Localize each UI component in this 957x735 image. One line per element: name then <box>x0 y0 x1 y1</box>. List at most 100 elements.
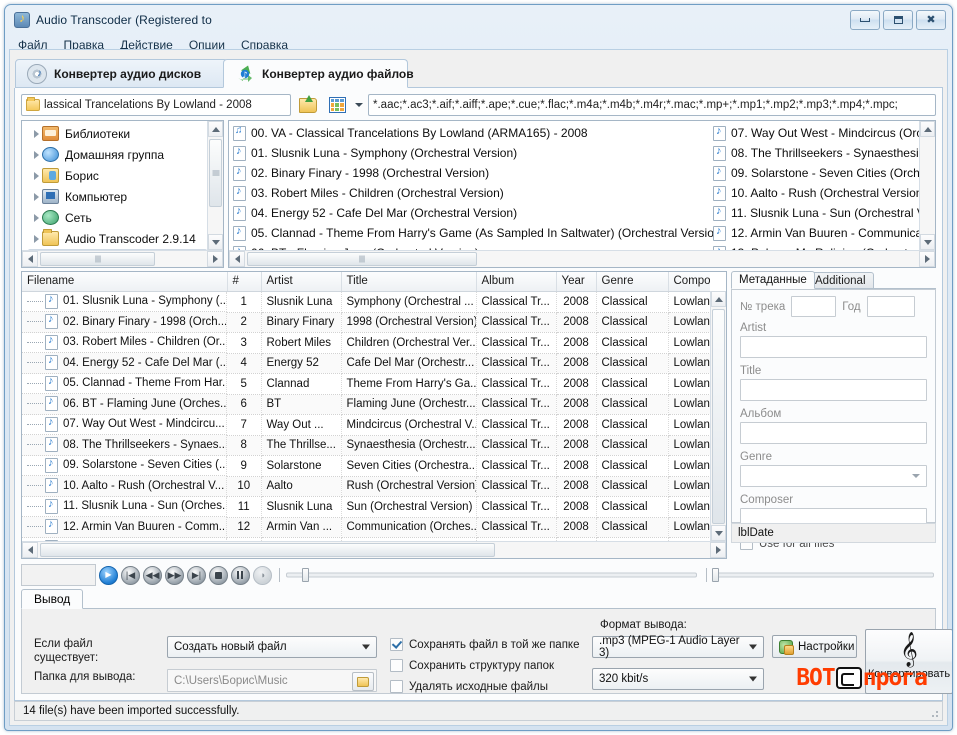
file-list-item[interactable]: 03. Robert Miles - Children (Orchestral … <box>229 183 709 203</box>
rewind-button[interactable]: ◀◀ <box>143 565 162 585</box>
output-folder-input[interactable]: C:\Users\Борис\Music <box>167 669 377 692</box>
scroll-left-button[interactable] <box>22 542 38 558</box>
scroll-up-button[interactable] <box>920 121 935 137</box>
file-list-item[interactable]: 09. Solarstone - Seven Cities (Orchestra <box>709 163 919 183</box>
file-list-item[interactable]: 06. BT - Flaming June (Orchestral Versio… <box>229 243 709 250</box>
folder-path-combo[interactable]: lassical Trancelations By Lowland - 2008 <box>21 94 291 116</box>
file-list-item[interactable]: 08. The Thrillseekers - Synaesthesia (Or <box>709 143 919 163</box>
tab-audio-cd-converter[interactable]: Конвертер аудио дисков <box>15 59 228 88</box>
fast-forward-button[interactable]: ▶▶ <box>165 565 184 585</box>
expand-chevron-icon[interactable] <box>30 192 42 201</box>
column-header-artist[interactable]: Artist <box>261 272 342 292</box>
if-file-exists-select[interactable]: Создать новый файл <box>167 636 377 658</box>
column-header-filename[interactable]: Filename <box>22 272 228 292</box>
bitrate-select[interactable]: 320 kbit/s <box>592 668 764 690</box>
file-list-item[interactable]: 11. Slusnik Luna - Sun (Orchestral Versi <box>709 203 919 223</box>
keep-folder-structure-checkbox[interactable]: Сохранить структуру папок <box>390 659 554 672</box>
table-row[interactable]: 09. Solarstone - Seven Cities (...9Solar… <box>22 455 710 477</box>
table-row[interactable]: 02. Binary Finary - 1998 (Orch...2Binary… <box>22 312 710 333</box>
browse-folder-button[interactable] <box>352 672 374 691</box>
tab-additional[interactable]: Additional <box>807 272 874 289</box>
scroll-down-button[interactable] <box>208 234 223 250</box>
scroll-up-button[interactable] <box>711 291 726 307</box>
track-number-input[interactable] <box>791 296 837 317</box>
expand-chevron-icon[interactable] <box>30 171 42 180</box>
table-row[interactable]: 12. Armin Van Buuren - Comm...12Armin Va… <box>22 517 710 538</box>
scroll-thumb[interactable] <box>40 543 495 557</box>
file-list-item[interactable]: 13. Pulser - My Religion (Orchestral Ver <box>709 243 919 250</box>
scroll-left-button[interactable] <box>22 251 38 267</box>
column-header-number[interactable]: # <box>227 272 262 292</box>
output-format-select[interactable]: .mp3 (MPEG-1 Audio Layer 3) <box>592 635 764 659</box>
open-folder-button[interactable] <box>296 93 320 117</box>
column-header-title[interactable]: Title <box>341 272 477 292</box>
play-button[interactable]: ▶ <box>99 565 118 585</box>
scroll-right-button[interactable] <box>207 251 223 267</box>
close-button[interactable]: ✖ <box>916 10 946 30</box>
file-list-item[interactable]: 12. Armin Van Buuren - Communicatio <box>709 223 919 243</box>
minimize-button[interactable] <box>850 10 880 30</box>
file-list-item[interactable]: 00. VA - Classical Trancelations By Lowl… <box>229 123 709 143</box>
view-mode-dropdown-icon[interactable] <box>355 103 363 107</box>
genre-select[interactable] <box>740 465 927 487</box>
seek-knob[interactable] <box>302 568 309 582</box>
file-list-item[interactable]: 07. Way Out West - Mindcircus (Orches <box>709 123 919 143</box>
column-header-genre[interactable]: Genre <box>596 272 669 292</box>
album-input[interactable] <box>740 422 927 444</box>
mute-button[interactable]: ◑ <box>253 565 272 585</box>
settings-button[interactable]: Настройки <box>772 635 857 658</box>
column-header-album[interactable]: Album <box>476 272 557 292</box>
tree-item-network[interactable]: Сеть <box>22 207 207 228</box>
file-list-item[interactable]: 05. Clannad - Theme From Harry's Game (A… <box>229 223 725 243</box>
file-list-item[interactable]: 02. Binary Finary - 1998 (Orchestral Ver… <box>229 163 709 183</box>
artist-input[interactable] <box>740 336 927 358</box>
tree-item-audio-transcoder[interactable]: Audio Transcoder 2.9.14 <box>22 228 207 249</box>
table-row[interactable]: 01. Slusnik Luna - Symphony (...1Slusnik… <box>22 291 710 313</box>
table-row[interactable]: 11. Slusnik Luna - Sun (Orches...11Slusn… <box>22 496 710 518</box>
scroll-down-button[interactable] <box>920 234 935 250</box>
tab-audio-file-converter[interactable]: ♪ Конвертер аудио файлов <box>223 59 414 88</box>
table-row[interactable]: 05. Clannad - Theme From Har...5ClannadT… <box>22 373 710 395</box>
expand-chevron-icon[interactable] <box>30 213 42 222</box>
volume-slider[interactable] <box>706 568 936 582</box>
file-list-item[interactable]: 01. Slusnik Luna - Symphony (Orchestral … <box>229 143 709 163</box>
pause-button[interactable] <box>231 565 250 585</box>
year-input[interactable] <box>866 296 915 317</box>
table-row[interactable]: 06. BT - Flaming June (Orches...6BTFlami… <box>22 394 710 415</box>
tree-item-homegroup[interactable]: Домашняя группа <box>22 144 207 165</box>
scroll-right-button[interactable] <box>710 542 726 558</box>
scroll-thumb[interactable] <box>209 139 222 207</box>
file-list-item[interactable]: 10. Aalto - Rush (Orchestral Version) <box>709 183 919 203</box>
title-input[interactable] <box>740 379 927 401</box>
scroll-thumb[interactable] <box>40 252 155 266</box>
file-list-vertical-scrollbar[interactable] <box>919 121 935 250</box>
seek-slider[interactable] <box>279 568 699 582</box>
resize-grip[interactable] <box>929 708 939 718</box>
table-row[interactable]: 07. Way Out West - Mindcircu...7Way Out … <box>22 414 710 436</box>
table-row[interactable]: 04. Energy 52 - Cafe Del Mar (...4Energy… <box>22 353 710 374</box>
scroll-left-button[interactable] <box>229 251 245 267</box>
column-header-composer[interactable]: Composer <box>668 272 710 292</box>
tab-output[interactable]: Вывод <box>21 589 84 609</box>
stop-button[interactable] <box>209 565 228 585</box>
column-header-year[interactable]: Year <box>556 272 597 292</box>
previous-track-button[interactable]: |◀ <box>121 565 140 585</box>
expand-chevron-icon[interactable] <box>30 234 42 243</box>
table-row[interactable]: 10. Aalto - Rush (Orchestral V...10Aalto… <box>22 476 710 497</box>
file-list-item[interactable]: 04. Energy 52 - Cafe Del Mar (Orchestral… <box>229 203 709 223</box>
scroll-up-button[interactable] <box>208 121 223 137</box>
maximize-button[interactable] <box>883 10 913 30</box>
scroll-right-button[interactable] <box>919 251 935 267</box>
tab-metadata[interactable]: Метаданные <box>731 271 815 289</box>
save-same-folder-checkbox[interactable]: Сохранять файл в той же папке <box>390 638 579 651</box>
grid-horizontal-scrollbar[interactable] <box>22 541 726 558</box>
table-row[interactable]: 08. The Thrillseekers - Synaes...8The Th… <box>22 435 710 456</box>
scroll-thumb[interactable] <box>712 309 725 524</box>
table-row[interactable]: 03. Robert Miles - Children (Or...3Rober… <box>22 332 710 354</box>
volume-knob[interactable] <box>712 568 719 582</box>
expand-chevron-icon[interactable] <box>30 129 42 138</box>
scroll-down-button[interactable] <box>711 525 726 541</box>
file-list-horizontal-scrollbar[interactable] <box>229 250 935 267</box>
tree-horizontal-scrollbar[interactable] <box>22 250 223 267</box>
tree-item-user[interactable]: Борис <box>22 165 207 186</box>
